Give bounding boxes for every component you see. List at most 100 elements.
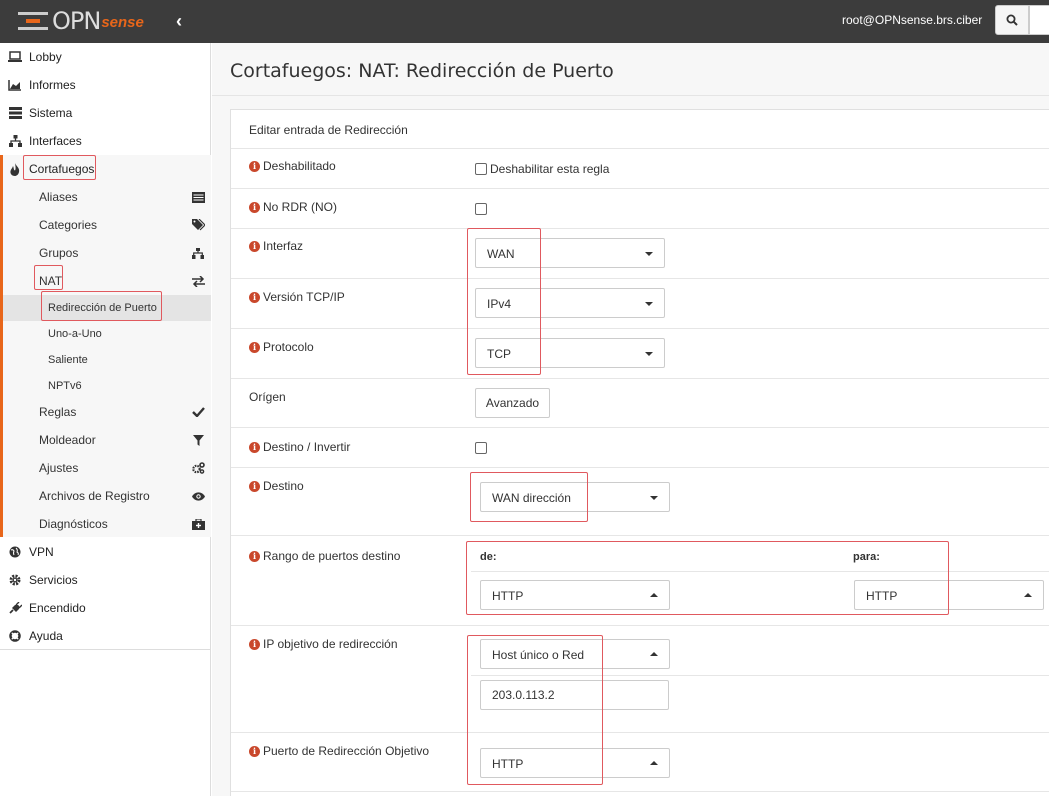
- search-button[interactable]: [995, 5, 1029, 35]
- sidebar-subitem-label: Aliases: [39, 190, 78, 204]
- label-text: Destino / Invertir: [263, 440, 351, 454]
- sidebar-item-archivos-de-registro[interactable]: Archivos de Registro: [3, 482, 211, 510]
- label-text: Interfaz: [263, 239, 304, 253]
- collapse-sidebar-button[interactable]: ‹: [176, 12, 182, 30]
- logo-text: OPN: [52, 7, 101, 35]
- info-icon[interactable]: i: [249, 745, 260, 757]
- sidebar-item-aliases[interactable]: Aliases: [3, 183, 211, 211]
- form-row-destination: i Destino WAN dirección: [231, 467, 1049, 535]
- advanced-source-button[interactable]: Avanzado: [475, 388, 550, 418]
- sidebar-subitem-label: Reglas: [39, 405, 77, 419]
- info-icon[interactable]: i: [249, 480, 260, 492]
- sidebar-item-categories[interactable]: Categories: [3, 211, 211, 239]
- dest-port-to-select[interactable]: HTTP: [854, 580, 1044, 610]
- page-title: Cortafuegos: NAT: Redirección de Puerto: [230, 60, 614, 82]
- interface-select[interactable]: WAN: [475, 238, 665, 268]
- sidebar-item-reglas[interactable]: Reglas: [3, 398, 211, 426]
- sidebar-item-label: VPN: [29, 545, 54, 559]
- sidebar-item-ayuda[interactable]: Ayuda: [0, 622, 211, 650]
- opnsense-logo-mark: [18, 10, 48, 32]
- sidebar-item-ajustes[interactable]: Ajustes: [3, 454, 211, 482]
- sidebar-item-grupos[interactable]: Grupos: [3, 239, 211, 267]
- sidebar-item-cortafuegos[interactable]: Cortafuegos: [0, 155, 211, 183]
- nordr-checkbox[interactable]: [475, 203, 487, 215]
- row-label: Orígen: [249, 390, 286, 404]
- sidebar-item-informes[interactable]: Informes: [0, 71, 211, 99]
- dest-port-from-select[interactable]: HTTP: [480, 580, 670, 610]
- sidebar-item-diagnosticos[interactable]: Diagnósticos: [3, 510, 211, 538]
- info-icon[interactable]: i: [249, 638, 260, 650]
- destination-select[interactable]: WAN dirección: [480, 482, 670, 512]
- row-label: i Destino / Invertir: [249, 440, 350, 454]
- dest-invert-checkbox[interactable]: [475, 442, 487, 454]
- fire-icon: [7, 162, 23, 176]
- info-icon[interactable]: i: [249, 160, 260, 172]
- search-icon: [1006, 14, 1018, 26]
- row-label: i Protocolo: [249, 340, 314, 354]
- sidebar-item-saliente[interactable]: Saliente: [3, 347, 211, 373]
- select-value: HTTP: [492, 589, 524, 603]
- select-value: WAN dirección: [492, 491, 571, 505]
- info-icon[interactable]: i: [249, 441, 260, 453]
- sidebar-item-label: Informes: [29, 78, 76, 92]
- sidebar-item-label: Servicios: [29, 573, 78, 587]
- sidebar-item-moldeador[interactable]: Moldeador: [3, 426, 211, 454]
- sidebar-item-encendido[interactable]: Encendido: [0, 594, 211, 622]
- cogs-icon: [191, 461, 205, 475]
- sidebar-item-uno-a-uno[interactable]: Uno-a-Uno: [3, 321, 211, 347]
- select-value: Host único o Red: [492, 648, 585, 662]
- sidebar-item-label: Encendido: [29, 601, 86, 615]
- sidebar-item-redireccion-de-puerto[interactable]: Redirección de Puerto: [3, 295, 211, 321]
- label-text: Protocolo: [263, 340, 314, 354]
- sidebar-item-nat[interactable]: NAT: [3, 267, 211, 295]
- tcpip-version-select[interactable]: IPv4: [475, 288, 665, 318]
- info-icon[interactable]: i: [249, 291, 260, 303]
- label-text: Destino: [263, 479, 304, 493]
- sub-divider: [471, 571, 1049, 572]
- caret-up-icon: [650, 593, 658, 597]
- sidebar-subitem-label: Grupos: [39, 246, 79, 260]
- sidebar-item-label: Cortafuegos: [29, 162, 95, 176]
- label-text: Versión TCP/IP: [263, 290, 345, 304]
- user-menu[interactable]: root@OPNsense.brs.ciber: [842, 13, 982, 27]
- disable-rule-checkbox[interactable]: [475, 163, 487, 175]
- list-icon: [191, 190, 205, 204]
- info-icon[interactable]: i: [249, 341, 260, 353]
- opnsense-logo[interactable]: OPN sense: [18, 9, 144, 33]
- row-label: i Interfaz: [249, 239, 303, 253]
- row-divider: [231, 791, 1049, 792]
- redirect-ip-input[interactable]: 203.0.113.2: [480, 680, 669, 710]
- select-value: TCP: [487, 347, 511, 361]
- protocol-select[interactable]: TCP: [475, 338, 665, 368]
- info-icon[interactable]: i: [249, 550, 260, 562]
- eye-icon: [191, 489, 205, 503]
- form-row-dest-port-range: i Rango de puertos destino de: para: HTT…: [231, 535, 1049, 625]
- exchange-icon: [191, 274, 205, 288]
- select-value: IPv4: [487, 297, 512, 311]
- row-label: i IP objetivo de redirección: [249, 637, 398, 651]
- sidebar-item-nptv6[interactable]: NPTv6: [3, 373, 211, 399]
- disable-rule-checkbox-label[interactable]: Deshabilitar esta regla: [490, 162, 609, 176]
- area-chart-icon: [7, 79, 23, 91]
- sidebar-item-vpn[interactable]: VPN: [0, 538, 211, 566]
- form-row-disabled: i Deshabilitado Deshabilitar esta regla: [231, 148, 1049, 188]
- form-row-dest-invert: i Destino / Invertir: [231, 427, 1049, 467]
- redirect-port-select[interactable]: HTTP: [480, 748, 670, 778]
- panel-header: Editar entrada de Redirección: [249, 123, 408, 137]
- caret-up-icon: [1024, 593, 1032, 597]
- sidebar-item-sistema[interactable]: Sistema: [0, 99, 211, 127]
- form-row-source: Orígen Avanzado: [231, 378, 1049, 427]
- sidebar-item-servicios[interactable]: Servicios: [0, 566, 211, 594]
- search-input[interactable]: [1029, 5, 1049, 35]
- info-icon[interactable]: i: [249, 201, 260, 213]
- sidebar-subitem-label: Uno-a-Uno: [48, 328, 102, 340]
- sidebar-item-interfaces[interactable]: Interfaces: [0, 127, 211, 155]
- info-icon[interactable]: i: [249, 240, 260, 252]
- select-value: WAN: [487, 247, 515, 261]
- plug-icon: [7, 602, 23, 614]
- top-navbar: OPN sense ‹ root@OPNsense.brs.ciber: [0, 0, 1049, 43]
- sidebar-subitem-label: Ajustes: [39, 461, 79, 475]
- sidebar-item-lobby[interactable]: Lobby: [0, 43, 211, 71]
- edit-form-panel: Editar entrada de Redirección i Deshabil…: [230, 109, 1049, 796]
- redirect-ip-type-select[interactable]: Host único o Red: [480, 639, 670, 669]
